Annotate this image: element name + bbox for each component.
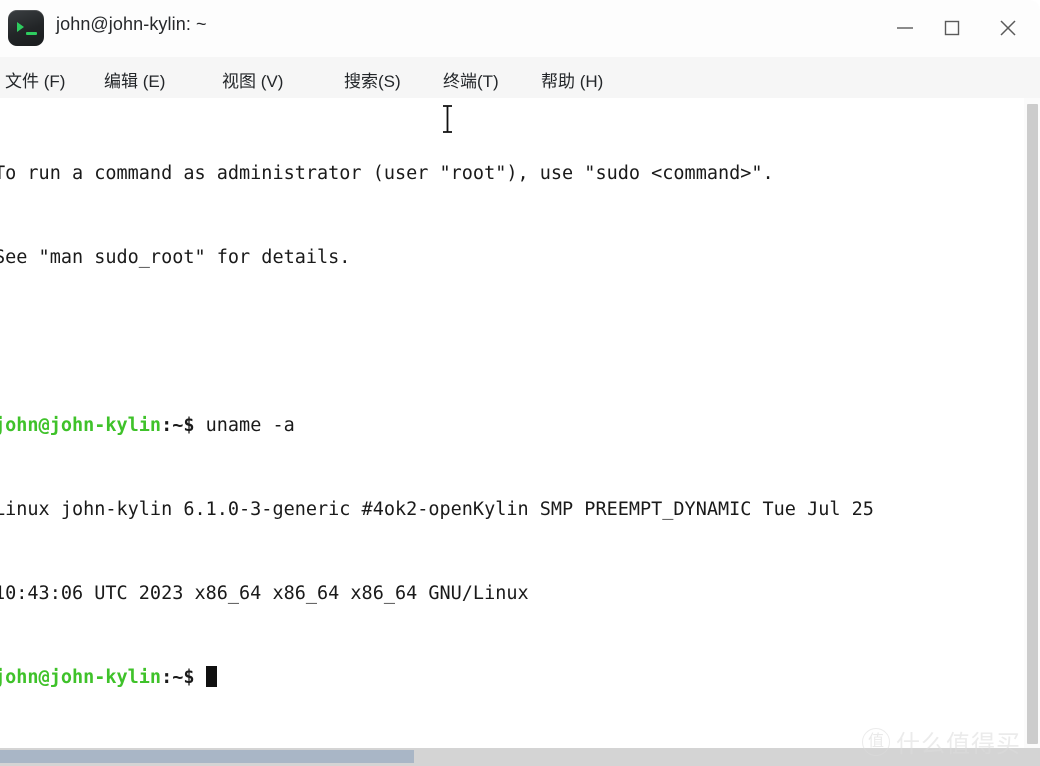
minimize-icon [897,27,913,29]
terminal-line-text: To run a command as administrator (user … [0,163,774,184]
terminal-line: See "man sudo_root" for details. [0,244,1024,272]
terminal-prompt-line: john@john-kylin:~$ uname -a [0,412,1024,440]
prompt-separator: :~$ [161,667,195,688]
horizontal-scrollbar-thumb[interactable] [0,750,414,763]
icon-chevron-glyph [17,22,24,32]
terminal-output-area[interactable]: To run a command as administrator (user … [0,98,1024,748]
prompt-user-host: john@john-kylin [0,415,162,436]
terminal-line: Linux john-kylin 6.1.0-3-generic #4ok2-o… [0,496,1024,524]
close-button[interactable] [987,8,1029,48]
terminal-window: john@john-kylin: ~ 文件 (F) 编辑 (E) 视图 (V) … [0,0,1040,766]
window-title: john@john-kylin: ~ [56,14,207,34]
terminal-prompt-line-active: john@john-kylin:~$ [0,664,1024,692]
menu-item-edit[interactable]: 编辑 (E) [101,65,168,94]
menu-item-view[interactable]: 视图 (V) [219,65,286,94]
terminal-line: 10:43:06 UTC 2023 x86_64 x86_64 x86_64 G… [0,580,1024,608]
terminal-text: To run a command as administrator (user … [0,104,1024,748]
terminal-line: To run a command as administrator (user … [0,160,1024,188]
menu-bar: 文件 (F) 编辑 (E) 视图 (V) 搜索(S) 终端(T) 帮助 (H) [0,57,1040,99]
icon-underscore-glyph [26,32,37,35]
menu-item-help[interactable]: 帮助 (H) [538,65,606,94]
close-icon [1000,20,1016,36]
title-bar: john@john-kylin: ~ [0,0,1040,57]
prompt-separator: :~$ [161,415,195,436]
terminal-line-text: See "man sudo_root" for details. [0,247,351,268]
maximize-icon [944,20,960,36]
prompt-user-host: john@john-kylin [0,667,162,688]
prompt-command: uname -a [194,415,295,436]
menu-item-search[interactable]: 搜索(S) [341,65,404,94]
terminal-prompt-icon [8,10,44,46]
minimize-button[interactable] [884,8,926,48]
menu-item-terminal[interactable]: 终端(T) [440,65,502,94]
terminal-line-text: 10:43:06 UTC 2023 x86_64 x86_64 x86_64 G… [0,583,529,604]
menu-item-file[interactable]: 文件 (F) [2,65,68,94]
vertical-scrollbar-thumb[interactable] [1027,104,1038,744]
prompt-command [195,667,206,688]
terminal-line-text: Linux john-kylin 6.1.0-3-generic #4ok2-o… [0,499,874,520]
maximize-button[interactable] [931,8,973,48]
text-cursor-block [205,666,217,687]
